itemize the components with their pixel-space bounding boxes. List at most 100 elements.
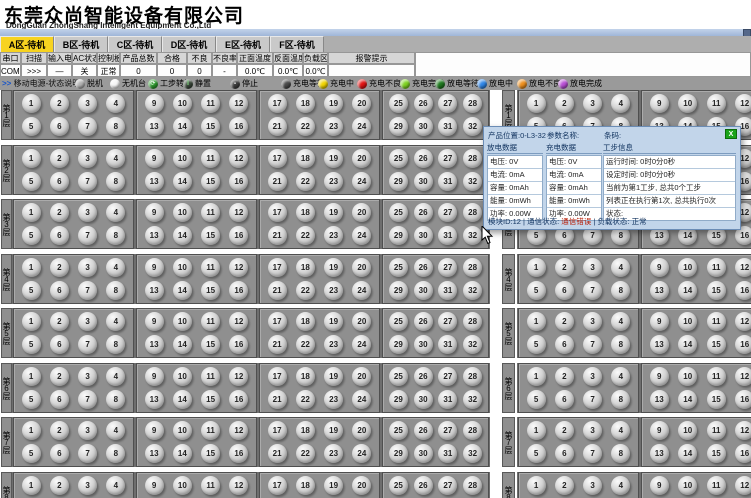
cell-circle[interactable]: 17 xyxy=(268,203,287,222)
cell-circle[interactable]: 10 xyxy=(678,476,697,495)
cell-circle[interactable]: 31 xyxy=(438,281,457,300)
cell-circle[interactable]: 6 xyxy=(555,390,574,409)
cell-circle[interactable]: 4 xyxy=(106,367,125,386)
cell-circle[interactable]: 13 xyxy=(145,444,164,463)
cell-circle[interactable]: 23 xyxy=(324,117,343,136)
cell-circle[interactable]: 30 xyxy=(414,390,433,409)
cell-circle[interactable]: 30 xyxy=(414,281,433,300)
cell-circle[interactable]: 25 xyxy=(389,312,408,331)
cell-circle[interactable]: 9 xyxy=(650,367,669,386)
cell-circle[interactable]: 14 xyxy=(173,444,192,463)
cell-circle[interactable]: 4 xyxy=(611,94,630,113)
cell-circle[interactable]: 28 xyxy=(463,149,482,168)
cell-circle[interactable]: 20 xyxy=(352,421,371,440)
cell-circle[interactable]: 4 xyxy=(106,258,125,277)
cell-circle[interactable]: 4 xyxy=(611,312,630,331)
cell-circle[interactable]: 26 xyxy=(414,258,433,277)
cell-circle[interactable]: 30 xyxy=(414,335,433,354)
cell-circle[interactable]: 19 xyxy=(324,203,343,222)
cell-circle[interactable]: 7 xyxy=(78,117,97,136)
cell-circle[interactable]: 26 xyxy=(414,203,433,222)
cell-circle[interactable]: 16 xyxy=(229,172,248,191)
cell-circle[interactable]: 16 xyxy=(229,117,248,136)
cell-circle[interactable]: 1 xyxy=(22,94,41,113)
cell-circle[interactable]: 8 xyxy=(106,172,125,191)
cell-circle[interactable]: 3 xyxy=(583,476,602,495)
cell-circle[interactable]: 7 xyxy=(78,281,97,300)
cell-circle[interactable]: 13 xyxy=(145,172,164,191)
cell-circle[interactable]: 10 xyxy=(173,258,192,277)
cell-circle[interactable]: 3 xyxy=(583,367,602,386)
cell-circle[interactable]: 2 xyxy=(50,94,69,113)
cell-circle[interactable]: 26 xyxy=(414,367,433,386)
cell-circle[interactable]: 24 xyxy=(352,444,371,463)
cell-circle[interactable]: 1 xyxy=(527,312,546,331)
cell-circle[interactable]: 27 xyxy=(438,421,457,440)
cell-circle[interactable]: 7 xyxy=(78,390,97,409)
cell-circle[interactable]: 25 xyxy=(389,476,408,495)
cell-circle[interactable]: 8 xyxy=(106,335,125,354)
cell-circle[interactable]: 20 xyxy=(352,258,371,277)
cell-circle[interactable]: 22 xyxy=(296,390,315,409)
cell-circle[interactable]: 9 xyxy=(650,476,669,495)
cell-circle[interactable]: 2 xyxy=(50,421,69,440)
cell-circle[interactable]: 27 xyxy=(438,367,457,386)
cell-circle[interactable]: 14 xyxy=(173,172,192,191)
cell-circle[interactable]: 12 xyxy=(735,258,751,277)
tab-zone-5[interactable]: E区-待机 xyxy=(216,36,270,52)
cell-circle[interactable]: 2 xyxy=(50,258,69,277)
cell-circle[interactable]: 19 xyxy=(324,367,343,386)
cell-circle[interactable]: 11 xyxy=(201,94,220,113)
cell-circle[interactable]: 9 xyxy=(145,312,164,331)
cell-circle[interactable]: 30 xyxy=(414,226,433,245)
cell-circle[interactable]: 28 xyxy=(463,312,482,331)
cell-circle[interactable]: 12 xyxy=(229,312,248,331)
cell-circle[interactable]: 21 xyxy=(268,226,287,245)
cell-circle[interactable]: 16 xyxy=(229,390,248,409)
cell-circle[interactable]: 22 xyxy=(296,117,315,136)
cell-circle[interactable]: 4 xyxy=(106,149,125,168)
cell-circle[interactable]: 13 xyxy=(650,335,669,354)
cell-circle[interactable]: 14 xyxy=(678,390,697,409)
cell-circle[interactable]: 30 xyxy=(414,117,433,136)
cell-circle[interactable]: 25 xyxy=(389,94,408,113)
cell-circle[interactable]: 17 xyxy=(268,476,287,495)
cell-circle[interactable]: 3 xyxy=(583,258,602,277)
cell-circle[interactable]: 11 xyxy=(201,203,220,222)
cell-circle[interactable]: 8 xyxy=(611,390,630,409)
cell-circle[interactable]: 29 xyxy=(389,281,408,300)
cell-circle[interactable]: 1 xyxy=(527,94,546,113)
cell-circle[interactable]: 32 xyxy=(463,390,482,409)
cell-circle[interactable]: 5 xyxy=(22,390,41,409)
cell-circle[interactable]: 3 xyxy=(583,421,602,440)
cell-circle[interactable]: 19 xyxy=(324,149,343,168)
cell-circle[interactable]: 13 xyxy=(145,226,164,245)
cell-circle[interactable]: 28 xyxy=(463,258,482,277)
cell-circle[interactable]: 31 xyxy=(438,335,457,354)
cell-circle[interactable]: 22 xyxy=(296,444,315,463)
cell-circle[interactable]: 25 xyxy=(389,367,408,386)
cell-circle[interactable]: 2 xyxy=(50,149,69,168)
cell-circle[interactable]: 7 xyxy=(583,281,602,300)
cell-circle[interactable]: 14 xyxy=(173,117,192,136)
cell-circle[interactable]: 28 xyxy=(463,94,482,113)
cell-circle[interactable]: 32 xyxy=(463,335,482,354)
cell-circle[interactable]: 26 xyxy=(414,94,433,113)
cell-circle[interactable]: 5 xyxy=(22,172,41,191)
cell-circle[interactable]: 15 xyxy=(201,390,220,409)
cell-circle[interactable]: 3 xyxy=(78,203,97,222)
cell-circle[interactable]: 14 xyxy=(173,390,192,409)
cell-circle[interactable]: 20 xyxy=(352,367,371,386)
cell-circle[interactable]: 20 xyxy=(352,149,371,168)
cell-circle[interactable]: 6 xyxy=(50,390,69,409)
cell-circle[interactable]: 9 xyxy=(145,367,164,386)
cell-circle[interactable]: 10 xyxy=(678,94,697,113)
cell-circle[interactable]: 2 xyxy=(555,312,574,331)
cell-circle[interactable]: 12 xyxy=(229,94,248,113)
cell-circle[interactable]: 5 xyxy=(527,390,546,409)
cell-circle[interactable]: 2 xyxy=(50,367,69,386)
cell-circle[interactable]: 32 xyxy=(463,226,482,245)
cell-circle[interactable]: 7 xyxy=(583,444,602,463)
cell-circle[interactable]: 28 xyxy=(463,203,482,222)
cell-circle[interactable]: 18 xyxy=(296,149,315,168)
